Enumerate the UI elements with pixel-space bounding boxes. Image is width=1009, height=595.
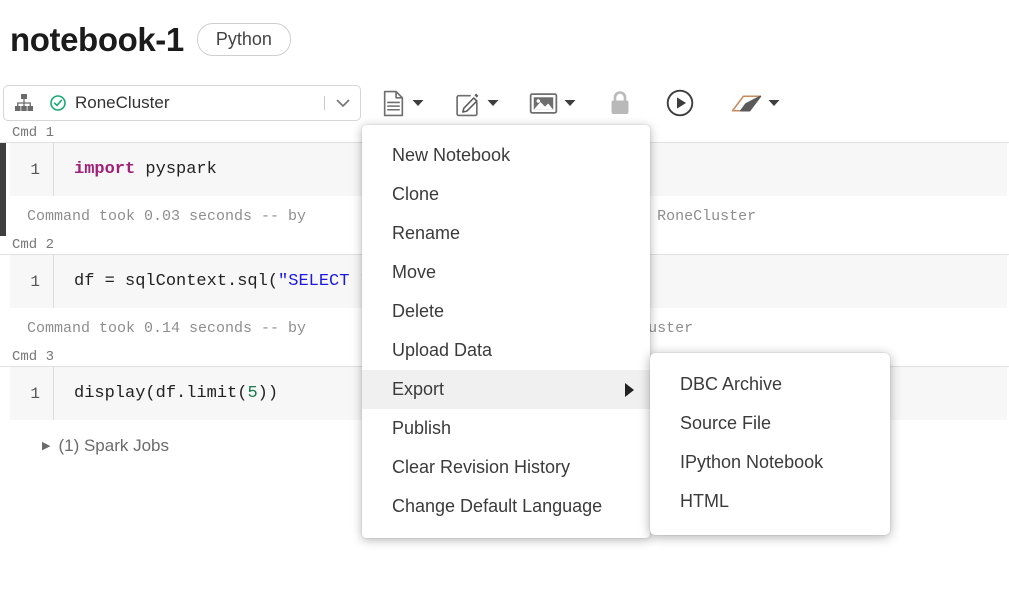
triangle-right-icon: ▶ xyxy=(42,439,51,452)
menu-item-move[interactable]: Move xyxy=(362,253,650,292)
caret-down-icon xyxy=(487,94,499,112)
line-number: 1 xyxy=(10,367,54,420)
language-badge[interactable]: Python xyxy=(196,22,291,56)
lock-icon xyxy=(606,85,634,121)
run-all-button[interactable] xyxy=(663,85,697,121)
menu-item-label: Delete xyxy=(392,301,445,321)
menu-item-clear-revision-history[interactable]: Clear Revision History xyxy=(362,448,650,487)
menu-item-label: Publish xyxy=(392,418,452,438)
line-number: 1 xyxy=(10,255,54,308)
edit-menu-button[interactable] xyxy=(451,85,499,121)
check-circle-icon xyxy=(50,95,66,111)
page-title[interactable]: notebook-1 xyxy=(10,23,184,56)
cluster-name-label: RoneCluster xyxy=(75,93,170,112)
menu-item-export[interactable]: Export xyxy=(362,370,650,409)
submenu-item-html[interactable]: HTML xyxy=(650,482,890,521)
code-prefix: display(df.limit( xyxy=(74,384,248,403)
permissions-button[interactable] xyxy=(606,85,634,121)
caret-down-icon xyxy=(412,94,424,112)
menu-item-label: Clear Revision History xyxy=(392,457,571,477)
cluster-icon xyxy=(14,93,34,113)
code-prefix: df = sqlContext.sql( xyxy=(74,272,279,291)
submenu-item-source-file[interactable]: Source File xyxy=(650,404,890,443)
file-dropdown-menu: New Notebook Clone Rename Move Delete Up… xyxy=(362,125,650,538)
line-number: 1 xyxy=(10,143,54,196)
menu-item-label: IPython Notebook xyxy=(680,452,824,472)
menu-item-new-notebook[interactable]: New Notebook xyxy=(362,136,650,175)
play-circle-icon xyxy=(663,85,697,121)
menu-item-label: New Notebook xyxy=(392,145,511,165)
document-icon xyxy=(378,85,409,121)
code-line[interactable]: display(df.limit(5)) xyxy=(54,384,278,403)
menu-item-rename[interactable]: Rename xyxy=(362,214,650,253)
menu-item-label: Move xyxy=(392,262,437,282)
chevron-down-icon[interactable] xyxy=(334,94,352,112)
selector-divider xyxy=(324,96,325,110)
menu-item-change-default-language[interactable]: Change Default Language xyxy=(362,487,650,526)
menu-item-label: Upload Data xyxy=(392,340,493,360)
code-keyword: import xyxy=(74,160,136,179)
menu-item-label: Rename xyxy=(392,223,461,243)
caret-down-icon xyxy=(564,94,576,112)
menu-item-label: DBC Archive xyxy=(680,374,783,394)
notebook-toolbar: RoneCluster xyxy=(0,82,1009,124)
menu-item-label: Clone xyxy=(392,184,440,204)
menu-item-label: HTML xyxy=(680,491,729,511)
cluster-selector[interactable]: RoneCluster xyxy=(3,85,361,121)
menu-item-clone[interactable]: Clone xyxy=(362,175,650,214)
spark-jobs-label: (1) Spark Jobs xyxy=(58,436,170,455)
view-menu-button[interactable] xyxy=(526,85,576,121)
code-rest: pyspark xyxy=(135,160,217,179)
caret-down-icon xyxy=(768,94,780,112)
menu-item-label: Export xyxy=(392,379,445,399)
file-menu-button[interactable] xyxy=(378,85,424,121)
menu-item-label: Change Default Language xyxy=(392,496,603,516)
image-icon xyxy=(526,85,561,121)
code-line[interactable]: import pyspark xyxy=(54,160,217,179)
export-submenu: DBC Archive Source File IPython Notebook… xyxy=(650,353,890,535)
pencil-square-icon xyxy=(451,85,484,121)
triangle-right-icon xyxy=(625,382,634,397)
submenu-item-ipython-notebook[interactable]: IPython Notebook xyxy=(650,443,890,482)
code-number: 5 xyxy=(247,384,258,403)
notebook-header: notebook-1 Python xyxy=(0,0,1009,78)
clear-menu-button[interactable] xyxy=(728,85,780,121)
submenu-item-dbc-archive[interactable]: DBC Archive xyxy=(650,365,890,404)
code-suffix: )) xyxy=(257,384,279,403)
eraser-icon xyxy=(728,85,765,121)
menu-item-delete[interactable]: Delete xyxy=(362,292,650,331)
menu-item-publish[interactable]: Publish xyxy=(362,409,650,448)
menu-item-upload-data[interactable]: Upload Data xyxy=(362,331,650,370)
menu-item-label: Source File xyxy=(680,413,772,433)
active-cell-indicator xyxy=(0,143,6,236)
